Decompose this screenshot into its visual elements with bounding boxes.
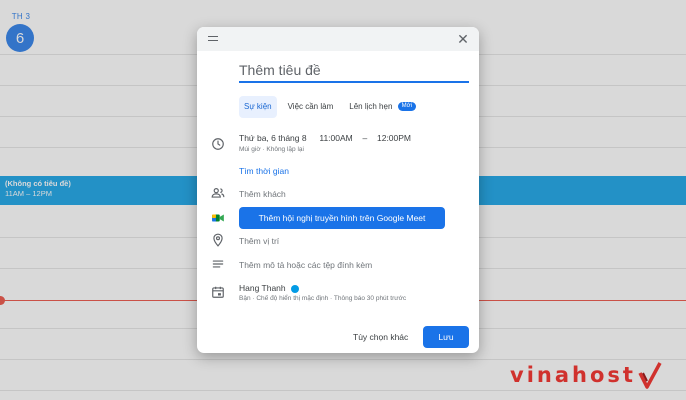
event-date[interactable]: Thứ ba, 6 tháng 8 — [239, 133, 307, 143]
add-description-field[interactable]: Thêm mô tả hoặc các tệp đính kèm — [239, 260, 372, 270]
calendar-color-dot — [290, 284, 299, 293]
tab-task-label: Việc cần làm — [287, 102, 334, 111]
calendar-owner[interactable]: Hang Thanh — [239, 283, 299, 293]
tab-event[interactable]: Sự kiện — [239, 96, 277, 118]
new-badge: Mới — [397, 102, 416, 112]
checkmark-logo-icon — [638, 362, 662, 389]
add-guests-field[interactable]: Thêm khách — [239, 189, 286, 199]
watermark-text: vinahost — [510, 363, 636, 387]
google-meet-icon — [212, 214, 224, 222]
clock-icon — [212, 138, 224, 150]
close-icon[interactable]: ✕ — [455, 31, 471, 47]
calendar-owner-name: Hang Thanh — [239, 283, 286, 293]
event-end-time[interactable]: 12:00PM — [377, 133, 411, 143]
timezone-recurrence[interactable]: Múi giờ · Không lặp lại — [239, 146, 304, 153]
more-options-button[interactable]: Tùy chọn khác — [350, 326, 411, 348]
add-location-field[interactable]: Thêm vị trí — [239, 236, 279, 246]
add-google-meet-button[interactable]: Thêm hội nghị truyền hình trên Google Me… — [239, 207, 445, 229]
event-type-tabs: Sự kiện Việc cần làm Lên lịch hẹn Mới — [239, 96, 427, 118]
find-time-link[interactable]: Tìm thời gian — [239, 166, 289, 176]
tab-event-label: Sự kiện — [244, 102, 272, 111]
event-title-input[interactable] — [239, 61, 469, 83]
quick-event-dialog: ✕ Sự kiện Việc cần làm Lên lịch hẹn Mới … — [197, 27, 479, 353]
save-button[interactable]: Lưu — [423, 326, 469, 348]
calendar-icon — [212, 286, 224, 298]
tab-appointment[interactable]: Lên lịch hẹn Mới — [344, 96, 421, 118]
calendar-owner-details[interactable]: Bận · Chế độ hiển thị mặc định · Thông b… — [239, 295, 406, 302]
menu-handle-icon[interactable] — [208, 36, 218, 41]
description-icon — [212, 260, 224, 268]
event-start-time[interactable]: 11:00AM — [319, 133, 352, 143]
tab-task[interactable]: Việc cần làm — [283, 96, 339, 118]
guests-icon — [211, 188, 225, 198]
event-datetime[interactable]: Thứ ba, 6 tháng 8 11:00AM – 12:00PM — [239, 133, 411, 143]
time-separator: – — [362, 133, 368, 143]
location-pin-icon — [213, 233, 223, 247]
dialog-header[interactable]: ✕ — [197, 27, 479, 51]
vinahost-watermark: vinahost — [510, 358, 662, 392]
tab-appointment-label: Lên lịch hẹn — [349, 102, 393, 111]
